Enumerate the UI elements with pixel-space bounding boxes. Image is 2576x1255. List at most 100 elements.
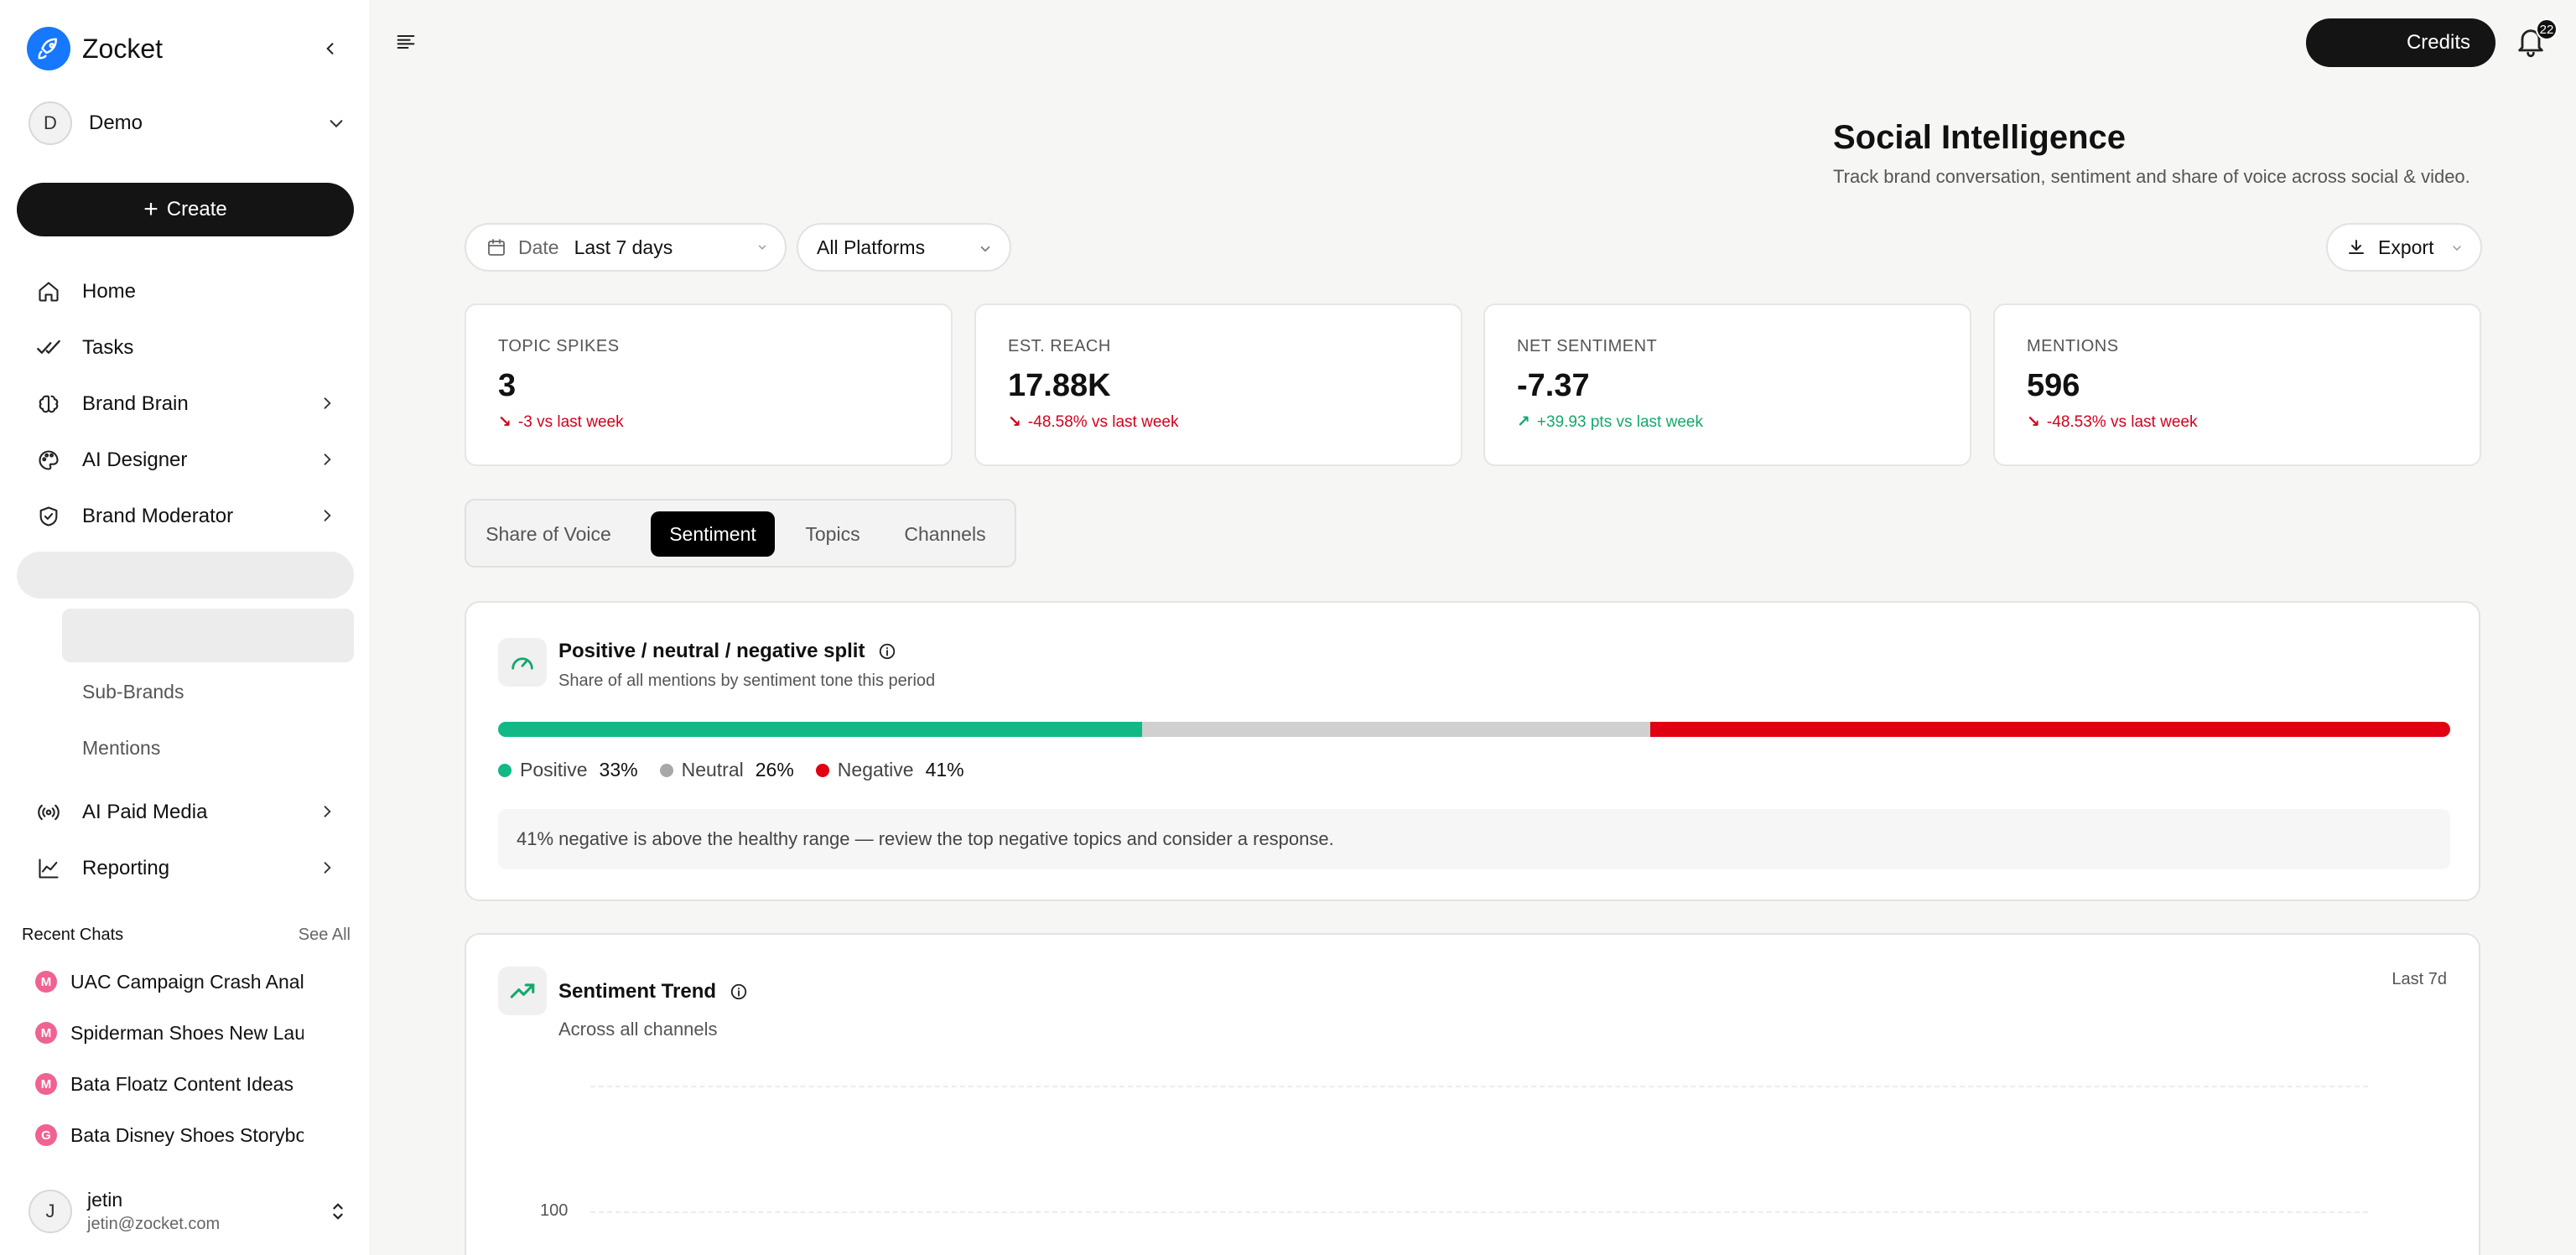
brand-name: Zocket	[82, 33, 164, 64]
sidebar-subitem-sub-brands[interactable]: Sub-Brands	[82, 681, 184, 703]
broadcast-icon	[35, 799, 62, 826]
sidebar-item-loading-placeholder[interactable]	[17, 552, 354, 599]
legend-item-negative: Negative 41%	[815, 759, 964, 781]
stat-label: MENTIONS	[2027, 337, 2119, 355]
legend-value: 33%	[599, 759, 638, 780]
stat-delta-text: -48.58% vs last week	[1027, 412, 1179, 431]
export-label: Export	[2378, 236, 2434, 258]
workspace-name: Demo	[89, 111, 143, 134]
chevron-right-icon	[324, 806, 331, 817]
legend-item-neutral: Neutral 26%	[659, 759, 794, 781]
chat-badge: M	[35, 971, 57, 993]
trending-up-icon	[498, 967, 547, 1015]
brain-icon	[35, 391, 62, 417]
sidebar-item-label: Reporting	[82, 857, 170, 879]
legend-dot	[659, 763, 673, 777]
calendar-icon	[488, 239, 505, 256]
arrow-down-right-icon: ↘	[498, 413, 512, 431]
workspace-switcher[interactable]: D Demo	[29, 101, 345, 146]
chat-title: Spiderman Shoes New Launch	[70, 1021, 304, 1044]
sidebar-item-reporting[interactable]: Reporting	[17, 845, 354, 892]
chart-grid-line	[590, 1086, 2368, 1087]
info-icon[interactable]	[730, 983, 748, 1001]
legend-value: 41%	[925, 759, 964, 780]
chevron-down-icon	[330, 120, 343, 128]
card-title-text: Sentiment Trend	[558, 980, 717, 1003]
range-label: Last 7d	[2392, 970, 2447, 988]
recent-chat-item[interactable]: G Bata Disney Shoes Storyboard	[35, 1121, 304, 1149]
user-email: jetin@zocket.com	[87, 1215, 221, 1233]
view-tabs: Share of Voice Sentiment Topics Channels	[465, 499, 1016, 568]
date-filter-value: Last 7 days	[574, 236, 673, 258]
stat-value: 596	[2027, 368, 2080, 403]
recent-chat-item[interactable]: M UAC Campaign Crash Analysis	[35, 967, 304, 996]
split-segment-neutral	[1142, 722, 1650, 737]
export-button[interactable]: Export	[2326, 223, 2482, 272]
legend-value: 26%	[755, 759, 794, 780]
chart-grid-line	[590, 1211, 2368, 1213]
line-chart-icon	[35, 855, 62, 882]
stat-delta: ↗ +39.93 pts vs last week	[1517, 412, 1938, 432]
recent-chat-item[interactable]: M Spiderman Shoes New Launch	[35, 1019, 304, 1047]
menu-toggle-button[interactable]	[394, 30, 421, 57]
user-avatar: J	[29, 1190, 72, 1233]
stat-value: 3	[498, 368, 517, 403]
sidebar-subitem-mentions[interactable]: Mentions	[82, 737, 160, 760]
sidebar: Zocket D Demo + Create Home Tasks Brand …	[0, 0, 371, 1255]
card-title: Sentiment Trend	[558, 980, 748, 1003]
workspace-avatar: D	[29, 101, 72, 145]
split-segment-negative	[1649, 722, 2450, 737]
tab-channels[interactable]: Channels	[891, 511, 1000, 557]
collapse-sidebar-button[interactable]	[315, 34, 345, 64]
sidebar-item-ai-designer[interactable]: AI Designer	[17, 437, 354, 484]
recent-chat-item[interactable]: M Bata Floatz Content Ideas	[35, 1070, 304, 1098]
chevron-down-icon	[2453, 246, 2461, 252]
stat-card-est-reach: EST. REACH 17.88K ↘ -48.58% vs last week	[974, 303, 1462, 466]
recent-chats-title: Recent Chats	[22, 926, 124, 944]
home-icon	[35, 278, 62, 305]
plus-icon: +	[143, 195, 158, 223]
stat-delta: ↘ -3 vs last week	[498, 412, 919, 432]
credits-button[interactable]: Credits	[2306, 18, 2496, 67]
sidebar-item-brand-moderator[interactable]: Brand Moderator	[17, 493, 354, 540]
tab-topics[interactable]: Topics	[795, 511, 870, 557]
see-all-link[interactable]: See All	[299, 926, 351, 945]
credits-label: Credits	[2406, 31, 2470, 54]
rocket-logo-icon	[27, 27, 70, 70]
brand[interactable]: Zocket	[27, 27, 163, 70]
chevrons-up-down-icon	[333, 1203, 343, 1220]
sidebar-subitem-loading-placeholder[interactable]	[62, 609, 354, 662]
user-menu[interactable]: J jetin jetin@zocket.com	[29, 1185, 347, 1237]
recent-chats-header: Recent Chats See All	[22, 926, 351, 945]
chat-title: UAC Campaign Crash Analysis	[70, 970, 304, 993]
chevron-right-icon	[324, 397, 331, 409]
user-name: jetin	[87, 1189, 123, 1211]
date-filter-label: Date	[518, 236, 559, 258]
chevron-right-icon	[324, 510, 331, 521]
page-subtitle: Track brand conversation, sentiment and …	[1833, 166, 2470, 187]
card-title: Positive / neutral / negative split	[558, 640, 896, 663]
hamburger-menu-icon	[397, 34, 415, 49]
legend-name: Negative	[837, 759, 914, 780]
sidebar-item-brand-brain[interactable]: Brand Brain	[17, 381, 354, 428]
tab-sentiment[interactable]: Sentiment	[651, 511, 775, 557]
gauge-icon	[498, 638, 547, 687]
sidebar-item-home[interactable]: Home	[17, 268, 354, 315]
sentiment-trend-card: Sentiment Trend Across all channels Last…	[465, 933, 2480, 1255]
stat-delta-text: -3 vs last week	[517, 412, 624, 431]
date-filter[interactable]: Date Last 7 days	[465, 223, 787, 272]
info-icon[interactable]	[878, 642, 896, 661]
platform-filter[interactable]: All Platforms	[797, 223, 1011, 272]
create-button[interactable]: + Create	[17, 183, 354, 236]
tasks-check-icon	[35, 334, 62, 361]
sidebar-item-tasks[interactable]: Tasks	[17, 324, 354, 371]
stat-card-net-sentiment: NET SENTIMENT -7.37 ↗ +39.93 pts vs last…	[1483, 303, 1971, 466]
sidebar-item-ai-paid-media[interactable]: AI Paid Media	[17, 789, 354, 836]
sentiment-split-card: Positive / neutral / negative split Shar…	[465, 601, 2480, 901]
legend-name: Neutral	[681, 759, 744, 780]
sidebar-item-label: Brand Brain	[82, 392, 189, 415]
stat-delta-text: +39.93 pts vs last week	[1536, 412, 1703, 431]
tab-share-of-voice[interactable]: Share of Voice	[480, 511, 617, 557]
platform-filter-value: All Platforms	[817, 236, 926, 258]
sentiment-split-bar	[498, 722, 2450, 737]
